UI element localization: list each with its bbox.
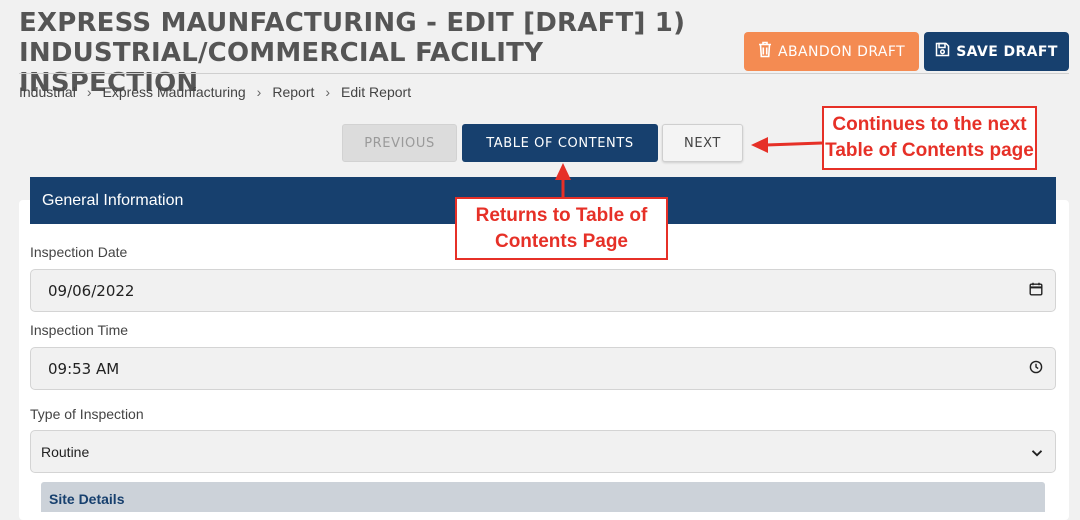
- inspection-date-label: Inspection Date: [30, 244, 128, 260]
- annotation-next-line-2: Table of Contents page: [825, 140, 1034, 161]
- clock-icon[interactable]: [1029, 360, 1043, 378]
- inspection-time-label: Inspection Time: [30, 322, 129, 338]
- trash-icon: [758, 41, 772, 62]
- chevron-down-icon: [1031, 444, 1043, 460]
- arrow-to-next-button: [751, 137, 823, 153]
- breadcrumb: Industrial › Express Maunfacturing › Rep…: [19, 83, 411, 101]
- annotation-toc-line-1: Returns to Table of: [475, 204, 648, 226]
- inspection-time-value: 09:53 AM: [48, 359, 120, 378]
- page-title-line-1: EXPRESS MAUNFACTURING - EDIT [DRAFT] 1): [19, 8, 686, 38]
- abandon-draft-button[interactable]: ABANDON DRAFT: [744, 32, 919, 71]
- annotation-toc-line-2: Contents Page: [494, 230, 629, 252]
- inspection-type-select[interactable]: Routine: [30, 430, 1056, 473]
- breadcrumb-item-facility[interactable]: Express Maunfacturing: [102, 84, 245, 100]
- save-draft-label: SAVE DRAFT: [956, 43, 1058, 60]
- table-of-contents-button[interactable]: TABLE OF CONTENTS: [462, 124, 658, 162]
- inspection-date-input[interactable]: 09/06/2022: [30, 269, 1056, 312]
- annotation-toc-callout: Returns to Table of Contents Page: [455, 197, 668, 260]
- chevron-right-icon: ›: [86, 84, 92, 100]
- next-button[interactable]: NEXT: [662, 124, 743, 162]
- inspection-time-input[interactable]: 09:53 AM: [30, 347, 1056, 390]
- chevron-right-icon: ›: [256, 84, 262, 100]
- section-title: General Information: [42, 191, 184, 209]
- chevron-right-icon: ›: [325, 84, 331, 100]
- save-draft-button[interactable]: SAVE DRAFT: [924, 32, 1069, 71]
- previous-button[interactable]: PREVIOUS: [342, 124, 457, 162]
- breadcrumb-item-edit-report: Edit Report: [341, 84, 412, 100]
- inspection-type-value: Routine: [41, 443, 90, 460]
- abandon-draft-label: ABANDON DRAFT: [777, 43, 906, 60]
- subsection-title: Site Details: [49, 491, 125, 507]
- annotation-next-callout: Continues to the next Table of Contents …: [822, 106, 1037, 170]
- annotation-next-line-1: Continues to the next: [832, 114, 1027, 135]
- title-divider: [19, 73, 1069, 74]
- inspection-date-value: 09/06/2022: [48, 281, 135, 300]
- inspection-type-label: Type of Inspection: [30, 406, 144, 422]
- breadcrumb-item-report[interactable]: Report: [272, 84, 314, 100]
- calendar-icon[interactable]: [1029, 282, 1043, 300]
- breadcrumb-item-industrial[interactable]: Industrial: [19, 84, 76, 100]
- floppy-disk-icon: [935, 42, 950, 61]
